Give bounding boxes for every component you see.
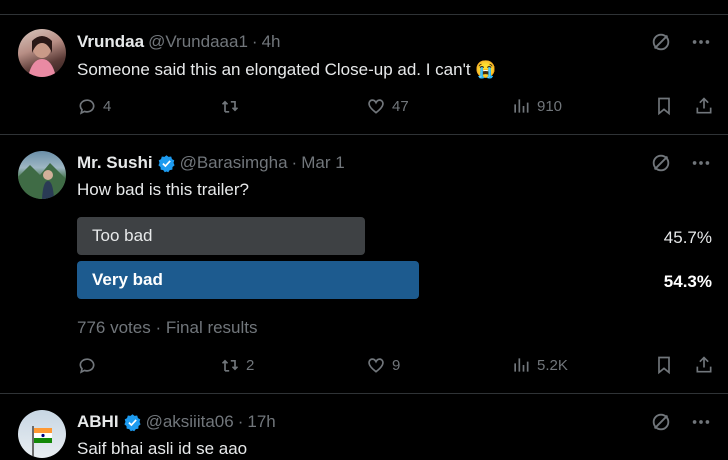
poll-option-bar: Too bad xyxy=(77,217,365,255)
separator: · xyxy=(237,412,244,431)
bookmark-icon[interactable] xyxy=(654,96,674,116)
like-button[interactable]: 47 xyxy=(366,96,409,116)
retweet-button[interactable] xyxy=(220,96,246,116)
timestamp[interactable]: 4h xyxy=(262,32,281,52)
tweet-mr-sushi[interactable]: Mr. Sushi @Barasimgha · Mar 1 How bad is… xyxy=(0,135,728,393)
avatar[interactable] xyxy=(18,410,66,458)
poll-option-label: Very bad xyxy=(92,270,163,289)
share-icon[interactable] xyxy=(694,96,714,116)
author-name[interactable]: ABHI xyxy=(77,412,119,432)
reply-count: 4 xyxy=(103,97,112,115)
more-icon[interactable] xyxy=(690,31,712,53)
timestamp[interactable]: Mar 1 xyxy=(301,153,344,173)
poll-option-percent: 54.3% xyxy=(663,272,712,291)
separator: · xyxy=(291,153,298,172)
verified-badge-icon xyxy=(123,413,142,432)
reply-icon xyxy=(77,355,97,375)
views-count: 910 xyxy=(537,97,563,115)
timestamp[interactable]: 17h xyxy=(247,412,275,432)
author-handle[interactable]: @Vrundaaa1 xyxy=(148,32,248,52)
avatar[interactable] xyxy=(18,29,66,77)
views-icon xyxy=(511,96,531,116)
more-icon[interactable] xyxy=(690,411,712,433)
tweet-text: Someone said this an elongated Close-up … xyxy=(77,60,497,79)
views-button[interactable]: 910 xyxy=(511,96,562,116)
tweet-text: Saif bhai asli id se aao xyxy=(77,439,248,458)
reply-button[interactable]: 4 xyxy=(77,96,111,116)
share-icon[interactable] xyxy=(694,355,714,375)
separator: · xyxy=(251,32,258,51)
grok-icon[interactable] xyxy=(650,411,672,433)
poll-option-bar-winner: Very bad xyxy=(77,261,419,299)
reply-icon xyxy=(77,96,97,116)
heart-icon xyxy=(366,96,386,116)
avatar[interactable] xyxy=(18,151,66,199)
more-icon[interactable] xyxy=(690,152,712,174)
like-count: 47 xyxy=(392,97,409,115)
like-button[interactable]: 9 xyxy=(366,355,400,375)
poll-votes: 776 votes xyxy=(77,318,151,337)
grok-icon[interactable] xyxy=(650,152,672,174)
like-count: 9 xyxy=(392,356,401,374)
retweet-icon xyxy=(220,96,240,116)
author-name[interactable]: Vrundaa xyxy=(77,32,144,52)
reply-button[interactable] xyxy=(77,355,103,375)
author-name[interactable]: Mr. Sushi xyxy=(77,153,153,173)
retweet-button[interactable]: 2 xyxy=(220,355,254,375)
retweet-count: 2 xyxy=(246,356,255,374)
heart-icon xyxy=(366,355,386,375)
bookmark-icon[interactable] xyxy=(654,355,674,375)
separator: · xyxy=(155,318,162,337)
tweet-vrundaa[interactable]: Vrundaa @Vrundaaa1 · 4h Someone said thi… xyxy=(0,0,728,134)
author-handle[interactable]: @Barasimgha xyxy=(180,153,288,173)
tweet-abhi[interactable]: ABHI @aksiiita06 · 17h Saif bhai asli id… xyxy=(0,394,728,458)
tweet-text: How bad is this trailer? xyxy=(77,180,249,199)
poll-option-percent: 45.7% xyxy=(663,228,712,247)
views-icon xyxy=(511,355,531,375)
views-button[interactable]: 5.2K xyxy=(511,355,568,375)
retweet-icon xyxy=(220,355,240,375)
poll-status: Final results xyxy=(165,318,258,337)
verified-badge-icon xyxy=(157,154,176,173)
views-count: 5.2K xyxy=(537,356,568,374)
poll-option-label: Too bad xyxy=(92,226,153,245)
author-handle[interactable]: @aksiiita06 xyxy=(146,412,234,432)
grok-icon[interactable] xyxy=(650,31,672,53)
